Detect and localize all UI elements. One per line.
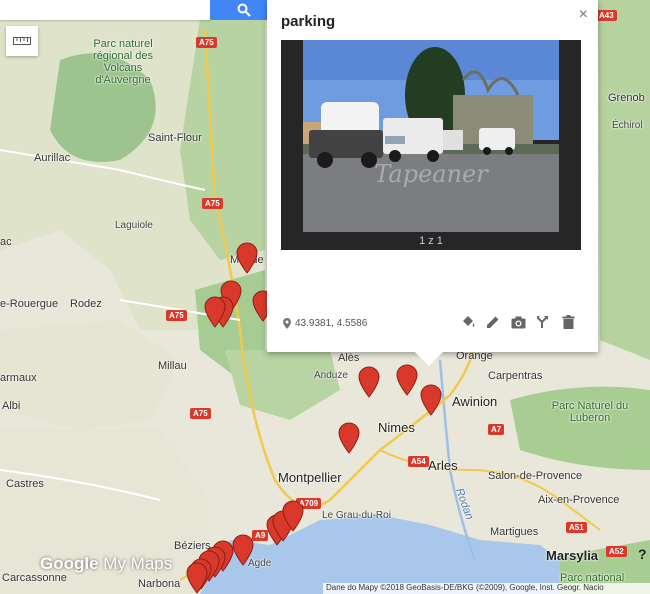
town-label-martigues: Martigues <box>490 526 539 538</box>
search-bar <box>0 0 278 20</box>
town-label-saint-flour: Saint-Flour <box>148 132 202 144</box>
map-marker[interactable] <box>420 384 442 416</box>
map-marker[interactable] <box>236 242 258 274</box>
road-shield: A75 <box>196 37 217 48</box>
trash-icon[interactable] <box>560 314 576 330</box>
road-shield: A75 <box>190 408 211 419</box>
map-marker[interactable] <box>204 296 226 328</box>
road-shield: A52 <box>606 546 627 557</box>
search-icon <box>237 3 251 17</box>
close-button[interactable]: × <box>579 6 588 24</box>
town-label-narbona: Narbona <box>138 578 181 590</box>
town-label-ales: Alès <box>338 352 360 364</box>
parking-photo[interactable]: Tapeaner <box>303 40 559 232</box>
city-label-avinion: Awinion <box>452 394 498 409</box>
city-label-marsylia: Marsylia <box>546 548 599 563</box>
coordinates-text: 43.9381, 4.5586 <box>295 318 368 329</box>
directions-icon[interactable] <box>535 314 551 330</box>
town-label-millau: Millau <box>158 360 187 372</box>
town-label-rouergue: e-Rouergue <box>0 298 59 310</box>
town-label-aurillac: Aurillac <box>34 152 71 164</box>
town-label-grenoble: Grenob <box>608 92 645 104</box>
town-label-carpentras: Carpentras <box>488 370 543 382</box>
city-label-montpellier: Montpellier <box>278 470 342 485</box>
camera-icon[interactable] <box>510 314 526 330</box>
town-label-laguiole: Laguiole <box>115 220 153 231</box>
measure-button[interactable] <box>6 26 38 56</box>
map-attribution: Dane do Mapy ©2018 GeoBasis-DE/BKG (©200… <box>323 583 650 594</box>
town-label-le-grau: Le Grau-du-Roi <box>322 510 391 521</box>
coordinates-row: 43.9381, 4.5586 <box>283 318 367 329</box>
town-label-aix: Aix-en-Provence <box>538 494 620 506</box>
park-label-luberon: Parc Naturel du Luberon <box>551 400 629 424</box>
town-label-castres: Castres <box>6 478 44 490</box>
park-label-volcans: Parc naturel régional des Volcans d'Auve… <box>93 38 153 86</box>
photo-watermark: Tapeaner <box>374 160 489 188</box>
town-label-rodez: Rodez <box>70 298 102 310</box>
road-shield: A51 <box>566 522 587 533</box>
road-shield: A75 <box>202 198 223 209</box>
popup-toolbar <box>460 314 576 330</box>
map-marker[interactable] <box>232 534 254 566</box>
map-marker[interactable] <box>186 562 208 594</box>
town-label-albi: Albi <box>2 400 21 412</box>
pencil-icon[interactable] <box>485 314 501 330</box>
map-marker[interactable] <box>358 366 380 398</box>
city-label-nimes: Nimes <box>378 420 415 435</box>
photo-viewer: Tapeaner 1 z 1 <box>281 40 581 250</box>
paint-bucket-icon[interactable] <box>460 314 476 330</box>
map-marker[interactable] <box>396 364 418 396</box>
city-label-arles: Arles <box>428 458 458 473</box>
photo-image: Tapeaner <box>303 40 559 232</box>
town-label-carmaux: armaux <box>0 372 37 384</box>
logo-google: Google <box>40 554 99 573</box>
town-label-anduze: Anduze <box>314 370 348 381</box>
info-popup: parking × Tapeaner 1 z 1 43.9381, 4.5586 <box>267 0 598 366</box>
google-my-maps-logo: Google My Maps <box>40 554 172 574</box>
ruler-icon <box>13 37 31 45</box>
town-label-salon: Salon-de-Provence <box>488 470 583 482</box>
map-marker[interactable] <box>282 500 304 532</box>
road-shield: A54 <box>408 456 429 467</box>
location-pin-icon <box>283 318 291 329</box>
photo-counter: 1 z 1 <box>419 235 443 247</box>
road-shield: A43 <box>596 10 617 21</box>
road-shield: A75 <box>166 310 187 321</box>
town-label-echirolles: Échirol <box>612 120 643 131</box>
help-button[interactable]: ? <box>638 546 647 562</box>
popup-tail <box>415 352 443 366</box>
popup-title: parking <box>281 13 336 30</box>
logo-mymaps: My Maps <box>103 554 173 573</box>
town-label-ac: ac <box>0 236 12 248</box>
search-input[interactable] <box>0 0 210 20</box>
map-marker[interactable] <box>338 422 360 454</box>
road-shield: A7 <box>488 424 505 435</box>
